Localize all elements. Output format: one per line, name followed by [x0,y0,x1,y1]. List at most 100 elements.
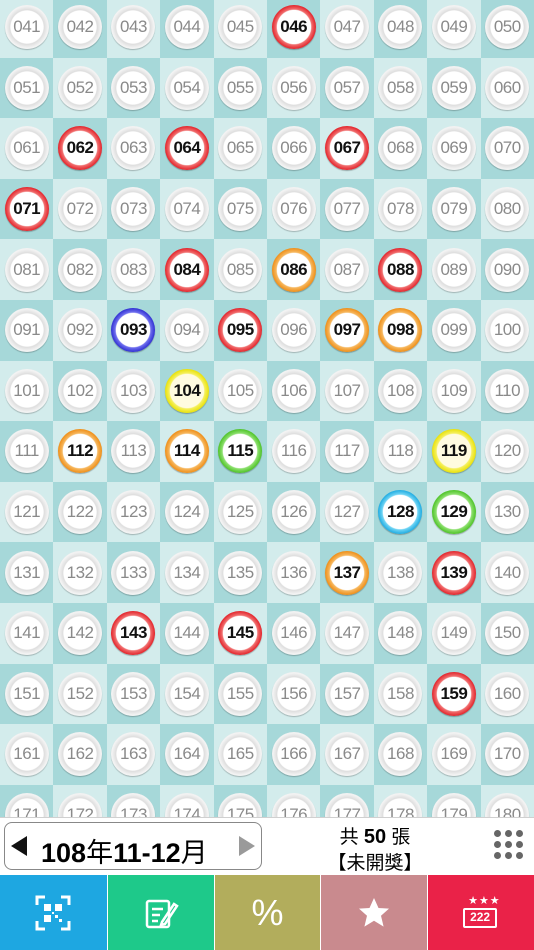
number-cell[interactable]: 140 [480,542,534,603]
number-cell[interactable]: 072 [53,178,107,240]
number-cell[interactable]: 166 [267,724,321,785]
grid-dots-icon[interactable] [494,830,524,860]
number-cell[interactable]: 089 [427,239,481,300]
number-cell[interactable]: 063 [106,118,161,179]
number-cell[interactable]: 172 [53,784,107,817]
number-cell[interactable]: 163 [106,724,161,785]
right-triangle-icon[interactable] [239,836,255,856]
number-cell[interactable]: 142 [53,603,107,664]
number-cell[interactable]: 078 [373,178,428,240]
number-cell[interactable]: 043 [106,0,161,58]
number-cell[interactable]: 167 [320,724,374,785]
number-cell[interactable]: 058 [373,57,428,119]
number-cell[interactable]: 042 [53,0,107,58]
number-cell[interactable]: 059 [427,57,481,119]
number-cell[interactable]: 106 [267,360,321,422]
number-cell[interactable]: 083 [106,239,161,300]
number-cell[interactable]: 079 [427,178,481,240]
number-cell[interactable]: 134 [160,542,214,603]
number-cell[interactable]: 137 [320,542,374,603]
number-cell[interactable]: 071 [0,178,54,240]
number-cell[interactable]: 125 [213,481,267,543]
number-cell[interactable]: 122 [53,481,107,543]
number-cell[interactable]: 131 [0,542,54,603]
number-cell[interactable]: 141 [0,603,54,664]
number-cell[interactable]: 148 [373,603,428,664]
number-cell[interactable]: 067 [320,118,374,179]
number-cell[interactable]: 151 [0,663,54,725]
number-cell[interactable]: 153 [106,663,161,725]
number-cell[interactable]: 120 [480,421,534,482]
number-cell[interactable]: 133 [106,542,161,603]
number-cell[interactable]: 074 [160,178,214,240]
number-cell[interactable]: 143 [106,603,161,664]
number-cell[interactable]: 062 [53,118,107,179]
number-cell[interactable]: 112 [53,421,107,482]
number-cell[interactable]: 044 [160,0,214,58]
number-cell[interactable]: 129 [427,481,481,543]
number-cell[interactable]: 165 [213,724,267,785]
number-cell[interactable]: 051 [0,57,54,119]
number-cell[interactable]: 175 [213,784,267,817]
number-cell[interactable]: 118 [373,421,428,482]
number-cell[interactable]: 107 [320,360,374,422]
number-cell[interactable]: 147 [320,603,374,664]
period-selector[interactable]: 108年11-12月 [4,822,262,870]
number-cell[interactable]: 155 [213,663,267,725]
number-cell[interactable]: 124 [160,481,214,543]
number-cell[interactable]: 169 [427,724,481,785]
number-cell[interactable]: 098 [373,300,428,361]
number-cell[interactable]: 091 [0,300,54,361]
number-cell[interactable]: 158 [373,663,428,725]
number-cell[interactable]: 060 [480,57,534,119]
number-cell[interactable]: 095 [213,300,267,361]
number-cell[interactable]: 157 [320,663,374,725]
number-cell[interactable]: 047 [320,0,374,58]
number-cell[interactable]: 178 [373,784,428,817]
number-cell[interactable]: 176 [267,784,321,817]
number-cell[interactable]: 104 [160,360,214,422]
number-cell[interactable]: 108 [373,360,428,422]
number-cell[interactable]: 127 [320,481,374,543]
number-cell[interactable]: 119 [427,421,481,482]
number-cell[interactable]: 076 [267,178,321,240]
number-cell[interactable]: 086 [267,239,321,300]
number-cell[interactable]: 156 [267,663,321,725]
number-cell[interactable]: 049 [427,0,481,58]
number-cell[interactable]: 111 [0,421,54,482]
number-cell[interactable]: 179 [427,784,481,817]
number-cell[interactable]: 149 [427,603,481,664]
number-cell[interactable]: 146 [267,603,321,664]
number-cell[interactable]: 123 [106,481,161,543]
number-cell[interactable]: 096 [267,300,321,361]
number-cell[interactable]: 097 [320,300,374,361]
number-cell[interactable]: 152 [53,663,107,725]
number-cell[interactable]: 070 [480,118,534,179]
number-cell[interactable]: 135 [213,542,267,603]
number-cell[interactable]: 126 [267,481,321,543]
number-cell[interactable]: 057 [320,57,374,119]
number-cell[interactable]: 088 [373,239,428,300]
number-cell[interactable]: 180 [480,784,534,817]
lottery-results-button[interactable]: ★★★ 222 [427,875,534,950]
number-cell[interactable]: 085 [213,239,267,300]
number-cell[interactable]: 177 [320,784,374,817]
number-cell[interactable]: 114 [160,421,214,482]
number-cell[interactable]: 066 [267,118,321,179]
number-cell[interactable]: 121 [0,481,54,543]
number-cell[interactable]: 162 [53,724,107,785]
number-cell[interactable]: 055 [213,57,267,119]
number-cell[interactable]: 046 [267,0,321,58]
number-cell[interactable]: 132 [53,542,107,603]
number-cell[interactable]: 087 [320,239,374,300]
number-cell[interactable]: 090 [480,239,534,300]
odds-button[interactable]: % [213,875,321,950]
number-cell[interactable]: 116 [267,421,321,482]
number-cell[interactable]: 045 [213,0,267,58]
number-cell[interactable]: 170 [480,724,534,785]
number-cell[interactable]: 115 [213,421,267,482]
number-cell[interactable]: 056 [267,57,321,119]
number-cell[interactable]: 105 [213,360,267,422]
number-cell[interactable]: 081 [0,239,54,300]
number-cell[interactable]: 109 [427,360,481,422]
